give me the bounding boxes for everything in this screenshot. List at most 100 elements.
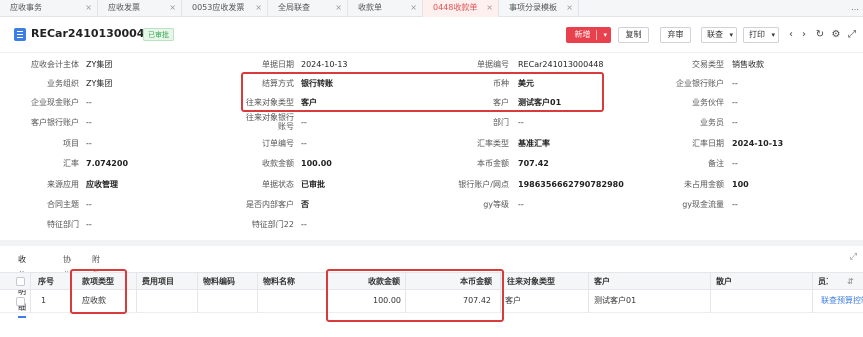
expand-icon[interactable]: ⤢ xyxy=(850,252,857,262)
tab-label: 应收事务 xyxy=(10,3,42,12)
chevron-down-icon: ▾ xyxy=(729,31,733,39)
field-label: 业务员 xyxy=(700,118,724,127)
column-settings-icon[interactable]: ⇵ xyxy=(847,273,854,291)
business-org-value[interactable]: ZY集团 xyxy=(86,79,112,89)
internal-customer-value[interactable]: 否 xyxy=(301,200,309,210)
field-label: 账号 xyxy=(278,122,294,131)
related-query-button[interactable]: 联查 ▾ xyxy=(701,27,737,43)
tab-item[interactable]: 全局联查 × xyxy=(268,0,348,17)
print-button[interactable]: 打印 ▾ xyxy=(743,27,779,43)
field-label: 订单编号 xyxy=(262,139,294,148)
customer-bank-account-value[interactable]: -- xyxy=(86,118,92,128)
column-header: 散户 xyxy=(716,277,732,286)
exchange-rate-date-value[interactable]: 2024-10-13 xyxy=(732,139,783,149)
new-button-label: 新增 xyxy=(574,30,591,39)
close-icon[interactable]: × xyxy=(486,0,493,16)
feature-department-value[interactable]: -- xyxy=(86,220,92,230)
tab-item[interactable]: 0053应收发票 × xyxy=(182,0,268,17)
tab-label: 应收发票 xyxy=(108,3,140,12)
field-label: 收款金额 xyxy=(262,159,294,168)
feature-department-22-value[interactable]: -- xyxy=(301,220,307,230)
local-amount-value: 707.42 xyxy=(518,159,549,168)
budget-control-link[interactable]: 联查预算控制 xyxy=(821,290,863,312)
receipt-amount-value[interactable]: 100.00 xyxy=(301,159,332,169)
close-icon[interactable]: × xyxy=(335,0,342,16)
field-label: 企业现金账户 xyxy=(31,98,79,107)
close-icon[interactable]: × xyxy=(169,0,176,16)
transaction-type-value[interactable]: 销售收款 xyxy=(732,60,764,70)
department-value[interactable]: -- xyxy=(518,118,524,128)
tab-label: 事项分录模板 xyxy=(509,3,557,12)
highlight-box xyxy=(70,269,127,314)
field-label: gy现金流量 xyxy=(682,200,724,209)
field-label: 合同主题 xyxy=(47,200,79,209)
field-label: 单据日期 xyxy=(262,60,294,69)
next-icon[interactable]: › xyxy=(798,28,810,42)
section-separator xyxy=(0,240,863,246)
gy-cash-flow-value[interactable]: -- xyxy=(732,200,738,210)
tab-strip: 应收事务 × 应收发票 × 0053应收发票 × 全局联查 × 收款单 × 0448收款单 × 事项分录… xyxy=(0,0,863,17)
row-checkbox[interactable] xyxy=(16,297,25,306)
field-label: 未占用金额 xyxy=(684,180,724,189)
tab-label: 0448收款单 xyxy=(433,3,478,12)
select-all-checkbox[interactable] xyxy=(16,277,25,286)
row-index: 1 xyxy=(41,296,47,305)
column-header: 费用项目 xyxy=(142,277,174,286)
column-header: 物料编码 xyxy=(203,277,235,286)
document-date-value[interactable]: 2024-10-13 xyxy=(301,60,348,70)
company-cash-account-value[interactable]: -- xyxy=(86,98,92,108)
gy-level-value[interactable]: -- xyxy=(518,200,524,210)
project-value[interactable]: -- xyxy=(86,139,92,149)
print-label: 打印 xyxy=(749,30,765,39)
customer-cell[interactable]: 测试客户01 xyxy=(594,290,636,312)
counterparty-bank-account-value[interactable]: -- xyxy=(301,118,307,128)
accounting-entity-value[interactable]: ZY集团 xyxy=(86,60,112,70)
counterparty-type-cell[interactable]: 客户 xyxy=(505,290,521,312)
new-button[interactable]: 新增 ▾ xyxy=(566,27,611,43)
bank-branch-value[interactable]: 198635666279078298​0 xyxy=(518,180,624,190)
field-label: 应收会计主体 xyxy=(31,60,79,69)
field-label: 部门 xyxy=(493,118,509,127)
tab-label: 全局联查 xyxy=(278,3,310,12)
copy-button[interactable]: 复制 xyxy=(618,27,649,43)
salesperson-value[interactable]: -- xyxy=(732,118,738,128)
close-icon[interactable]: × xyxy=(255,0,262,16)
tab-item[interactable]: 收款单 × xyxy=(348,0,423,17)
column-header: 客户 xyxy=(594,277,610,286)
order-number-value[interactable]: -- xyxy=(301,139,307,149)
close-icon[interactable]: × xyxy=(410,0,417,16)
tab-label: 收款单 xyxy=(358,3,382,12)
field-label: 项目 xyxy=(63,139,79,148)
more-tabs-icon[interactable]: … xyxy=(851,0,859,17)
abandon-approval-button[interactable]: 弃审 xyxy=(660,27,691,43)
previous-icon[interactable]: ‹ xyxy=(785,28,797,42)
field-label: 汇率 xyxy=(63,159,79,168)
close-icon[interactable]: × xyxy=(85,0,92,16)
exchange-rate-value[interactable]: 7.074200 xyxy=(86,159,128,169)
highlight-box xyxy=(326,269,504,322)
refresh-icon[interactable]: ↻ xyxy=(814,28,826,42)
source-app-value: 应收管理 xyxy=(86,180,118,189)
fullscreen-icon[interactable]: ⤢ xyxy=(846,28,858,42)
chevron-down-icon[interactable]: ▾ xyxy=(603,28,607,42)
contract-subject-value[interactable]: -- xyxy=(86,200,92,210)
field-label: 特征部门 xyxy=(47,220,79,229)
settings-icon[interactable]: ⚙ xyxy=(830,28,842,42)
company-bank-account-value[interactable]: -- xyxy=(732,79,738,89)
field-label: 备注 xyxy=(708,159,724,168)
business-partner-value[interactable]: -- xyxy=(732,98,738,108)
field-label: 汇率类型 xyxy=(477,139,509,148)
field-label: 汇率日期 xyxy=(692,139,724,148)
remark-value[interactable]: -- xyxy=(732,159,738,169)
tab-label: 0053应收发票 xyxy=(192,3,245,12)
document-number-value: RECar241013000448 xyxy=(518,60,604,69)
tab-item[interactable]: 事项分录模板 × xyxy=(499,0,579,17)
field-label: 银行账户/网点 xyxy=(458,180,509,189)
tab-item[interactable]: 应收事务 × xyxy=(0,0,98,17)
tab-item[interactable]: 0448收款单 × xyxy=(423,0,499,17)
field-label: gy等级 xyxy=(483,200,509,209)
exchange-rate-type-value[interactable]: 基准汇率 xyxy=(518,139,550,149)
chevron-down-icon: ▾ xyxy=(771,31,775,39)
tab-item[interactable]: 应收发票 × xyxy=(98,0,182,17)
close-icon[interactable]: × xyxy=(566,0,573,16)
